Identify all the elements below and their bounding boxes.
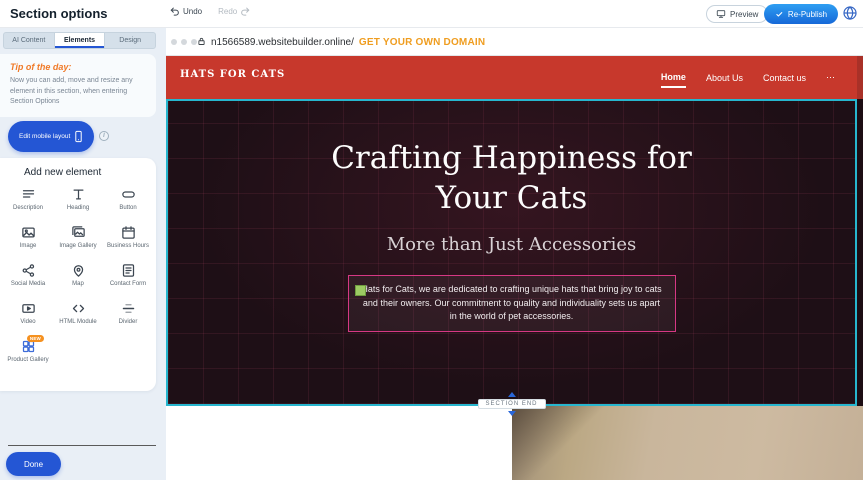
element-item-button[interactable]: Button xyxy=(104,181,152,219)
republish-label: Re-Publish xyxy=(788,10,827,19)
element-item-heading[interactable]: Heading xyxy=(54,181,102,219)
app-topbar: Section options Undo Redo Preview xyxy=(0,0,863,28)
preview-label: Preview xyxy=(730,10,758,19)
element-item-business-hours[interactable]: Business Hours xyxy=(104,219,152,257)
add-element-title: Add new element xyxy=(24,167,156,178)
lock-icon xyxy=(197,36,206,47)
redo-icon xyxy=(240,6,250,16)
arrow-up-icon xyxy=(507,392,515,397)
undo-icon xyxy=(170,6,180,16)
section-end-label: SECTION END xyxy=(477,399,545,409)
add-element-panel: Add new element Description Heading Butt… xyxy=(0,158,156,391)
heading-icon xyxy=(71,187,86,202)
sidebar: AI Content Elements Design Tip of the da… xyxy=(0,28,166,480)
republish-button[interactable]: Re-Publish xyxy=(764,4,838,24)
element-item-social-media[interactable]: Social Media xyxy=(4,257,52,295)
tip-body: Now you can add, move and resize any ele… xyxy=(10,76,146,108)
nav-more-icon[interactable]: ⋯ xyxy=(826,68,835,87)
next-section-image xyxy=(512,406,863,480)
site-logo[interactable]: HATS FOR CATS xyxy=(180,69,285,80)
hero-heading-line2: Your Cats xyxy=(436,180,588,216)
element-item-html-module[interactable]: HTML Module xyxy=(54,295,102,333)
social-media-icon xyxy=(21,263,36,278)
site-header: HATS FOR CATS Home About Us Contact us ⋯ xyxy=(166,56,857,99)
app-window: Section options Undo Redo Preview xyxy=(0,0,863,480)
redo-label: Redo xyxy=(218,7,237,16)
nav-about-us[interactable]: About Us xyxy=(706,69,743,87)
button-icon xyxy=(121,187,136,202)
new-badge: NEW xyxy=(27,335,44,342)
tab-design[interactable]: Design xyxy=(105,33,155,48)
element-item-description[interactable]: Description xyxy=(4,181,52,219)
redo-button[interactable]: Redo xyxy=(218,6,250,16)
html-module-icon xyxy=(71,301,86,316)
get-domain-link[interactable]: GET YOUR OWN DOMAIN xyxy=(359,37,485,48)
site-nav: Home About Us Contact us ⋯ xyxy=(661,56,835,99)
edit-mobile-layout-button[interactable]: Edit mobile layout xyxy=(8,121,94,152)
element-item-image-gallery[interactable]: Image Gallery xyxy=(54,219,102,257)
hero-body-text: Hats for Cats, we are dedicated to craft… xyxy=(361,284,661,321)
element-grid: Description Heading Button Image Image G… xyxy=(0,181,156,371)
hero-heading[interactable]: Crafting Happiness for Your Cats xyxy=(297,139,727,218)
preview-button[interactable]: Preview xyxy=(706,5,768,23)
edit-mobile-label: Edit mobile layout xyxy=(19,133,70,140)
element-item-map[interactable]: Map xyxy=(54,257,102,295)
section-end-handle[interactable]: SECTION END xyxy=(477,392,545,416)
nav-contact-us[interactable]: Contact us xyxy=(763,69,806,87)
arrow-down-icon xyxy=(507,411,515,416)
undo-label: Undo xyxy=(183,7,202,16)
sidebar-divider xyxy=(8,445,156,446)
map-icon xyxy=(71,263,86,278)
browser-chrome: n1566589.websitebuilder.online/GET YOUR … xyxy=(166,28,863,56)
nav-home[interactable]: Home xyxy=(661,68,686,88)
page-title: Section options xyxy=(10,6,108,21)
window-dot-icon xyxy=(181,39,187,45)
element-item-divider[interactable]: Divider xyxy=(104,295,152,333)
business-hours-icon xyxy=(121,225,136,240)
hero-section[interactable]: Crafting Happiness for Your Cats More th… xyxy=(166,99,857,406)
check-icon xyxy=(775,10,784,19)
drag-handle[interactable] xyxy=(355,285,366,296)
done-button[interactable]: Done xyxy=(6,452,61,476)
tip-of-the-day: Tip of the day: Now you can add, move an… xyxy=(0,54,156,117)
sidebar-tabs: AI Content Elements Design xyxy=(3,32,156,49)
description-icon xyxy=(21,187,36,202)
divider-icon xyxy=(121,301,136,316)
tab-elements[interactable]: Elements xyxy=(55,33,106,48)
hero-text-box[interactable]: Hats for Cats, we are dedicated to craft… xyxy=(348,275,676,332)
contact-form-icon xyxy=(121,263,136,278)
window-dots xyxy=(171,39,197,45)
hero-heading-line1: Crafting Happiness for xyxy=(331,140,692,176)
tip-heading: Tip of the day: xyxy=(10,62,146,72)
globe-icon[interactable] xyxy=(842,5,858,21)
site-preview: HATS FOR CATS Home About Us Contact us ⋯… xyxy=(166,56,857,406)
info-icon[interactable]: i xyxy=(99,131,109,141)
window-dot-icon xyxy=(171,39,177,45)
address-bar: n1566589.websitebuilder.online/GET YOUR … xyxy=(211,37,485,48)
phone-icon xyxy=(72,130,85,143)
element-item-video[interactable]: Video xyxy=(4,295,52,333)
image-icon xyxy=(21,225,36,240)
hero-subheading[interactable]: More than Just Accessories xyxy=(168,234,855,255)
image-gallery-icon xyxy=(71,225,86,240)
preview-scrollbar[interactable] xyxy=(857,56,863,406)
site-url: n1566589.websitebuilder.online/ xyxy=(211,37,354,48)
history-controls: Undo Redo xyxy=(170,6,250,16)
element-item-contact-form[interactable]: Contact Form xyxy=(104,257,152,295)
undo-button[interactable]: Undo xyxy=(170,6,202,16)
video-icon xyxy=(21,301,36,316)
element-item-image[interactable]: Image xyxy=(4,219,52,257)
element-item-product-gallery[interactable]: NEW Product Gallery xyxy=(4,333,52,371)
monitor-icon xyxy=(716,9,726,19)
tab-ai-content[interactable]: AI Content xyxy=(4,33,55,48)
